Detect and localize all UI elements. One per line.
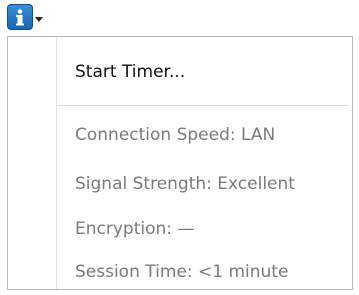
connection-info-popup: Start Timer... Connection Speed: LAN Sig… xyxy=(0,0,359,295)
connection-info-button[interactable] xyxy=(6,3,43,33)
menu-item-signal-strength: Signal Strength: Excellent xyxy=(75,174,295,194)
menu-separator xyxy=(57,105,348,106)
info-serif-top xyxy=(16,15,23,17)
menu-item-encryption: Encryption: — xyxy=(75,219,195,239)
menu-item-start-timer[interactable]: Start Timer... xyxy=(75,61,185,83)
info-dot xyxy=(17,9,23,14)
info-icon xyxy=(7,4,33,30)
menu-item-connection-speed: Connection Speed: LAN xyxy=(75,125,276,145)
chevron-down-icon xyxy=(35,17,43,22)
info-serif-bottom xyxy=(16,23,24,26)
info-dropdown-menu: Start Timer... Connection Speed: LAN Sig… xyxy=(7,36,353,290)
menu-icon-gutter xyxy=(56,37,57,289)
info-glyph-svg xyxy=(16,9,24,26)
menu-item-session-time: Session Time: <1 minute xyxy=(75,262,289,282)
